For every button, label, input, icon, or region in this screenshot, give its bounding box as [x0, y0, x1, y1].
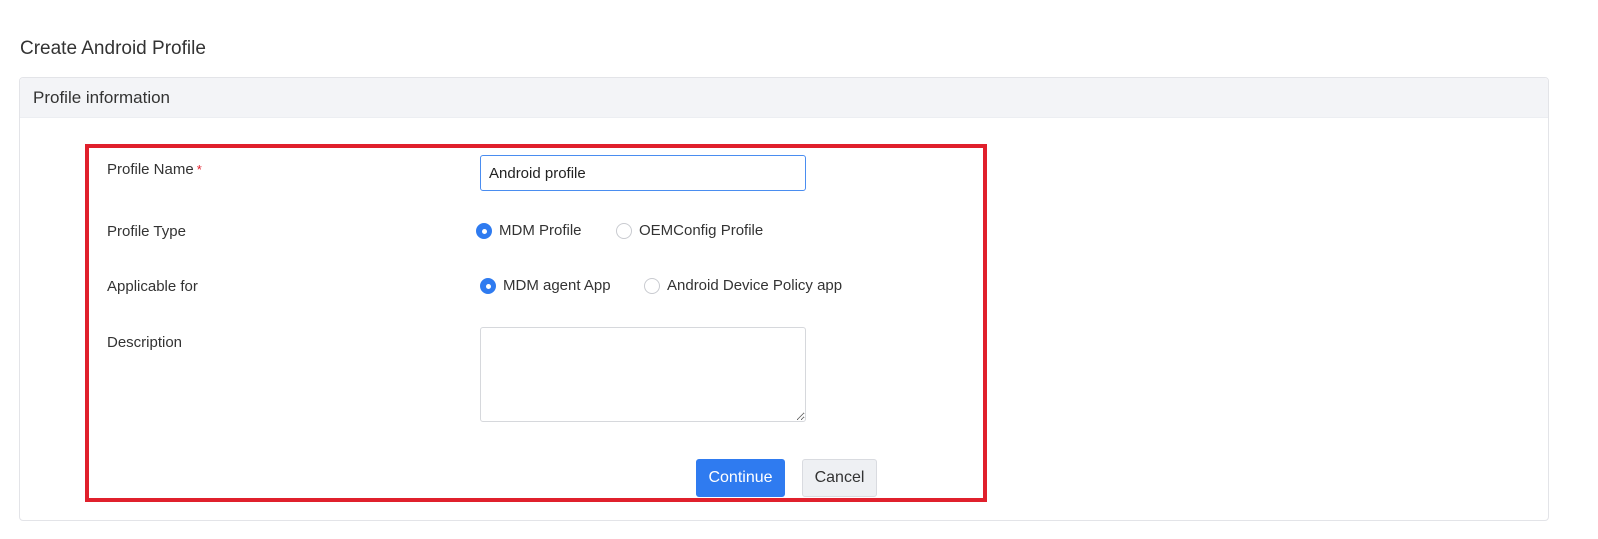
description-textarea[interactable] — [480, 327, 806, 422]
radio-android-device-policy-app-label: Android Device Policy app — [667, 277, 843, 294]
applicable-for-label: Applicable for — [107, 278, 198, 295]
radio-selected-icon — [476, 222, 492, 239]
radio-selected-icon — [480, 277, 496, 294]
highlight-box — [85, 144, 987, 502]
radio-oemconfig-profile-label: OEMConfig Profile — [639, 222, 764, 239]
radio-oemconfig-profile[interactable]: OEMConfig Profile — [616, 222, 763, 239]
radio-mdm-agent-app-label: MDM agent App — [503, 277, 611, 294]
radio-mdm-profile[interactable]: MDM Profile — [476, 222, 582, 239]
profile-name-label-text: Profile Name — [107, 161, 194, 178]
required-asterisk: * — [196, 162, 202, 177]
radio-mdm-agent-app[interactable]: MDM agent App — [480, 277, 611, 294]
profile-name-label: Profile Name * — [107, 160, 202, 180]
description-label: Description — [107, 334, 183, 351]
radio-mdm-profile-label: MDM Profile — [499, 222, 582, 239]
radio-unselected-icon — [616, 222, 632, 239]
radio-unselected-icon — [644, 277, 660, 294]
panel-header: Profile information — [20, 78, 1548, 118]
profile-type-label: Profile Type — [107, 223, 186, 240]
profile-name-input[interactable] — [480, 155, 806, 191]
page-title: Create Android Profile — [20, 38, 206, 59]
continue-button[interactable]: Continue — [696, 459, 785, 497]
radio-android-device-policy-app[interactable]: Android Device Policy app — [644, 277, 842, 294]
cancel-button[interactable]: Cancel — [802, 459, 877, 497]
